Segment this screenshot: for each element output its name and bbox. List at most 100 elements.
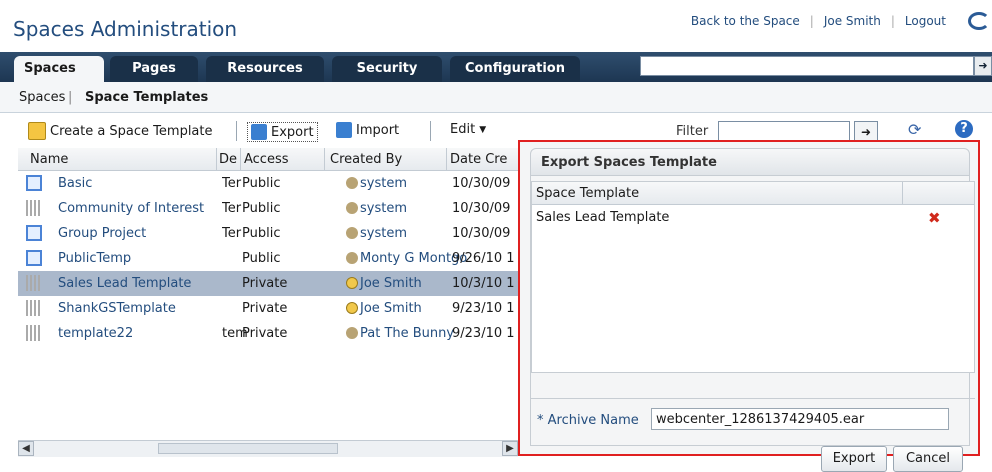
column-header-date-created[interactable]: Date Cre <box>450 152 516 167</box>
template-access: Public <box>242 226 281 241</box>
column-divider <box>216 148 217 170</box>
table-row[interactable]: Community of Interest Ter Public system 10/3… <box>18 196 518 221</box>
user-icon <box>346 277 358 289</box>
app-title: Spaces Administration <box>13 17 238 41</box>
template-name-link[interactable]: Sales Lead Template <box>58 276 216 291</box>
chevron-down-icon: ▼ <box>479 124 487 135</box>
user-icon <box>346 177 358 189</box>
column-header-created-by[interactable]: Created By <box>330 152 440 167</box>
logout-link[interactable]: Logout <box>895 14 956 28</box>
tab-bar: Spaces Pages Resources Security Configur… <box>0 52 992 82</box>
template-date-created: 9/23/10 1 <box>452 301 515 316</box>
global-search-input[interactable] <box>640 56 974 76</box>
table-row[interactable]: template22 tem Private Pat The Bunny 9/23/10… <box>18 321 518 346</box>
scroll-left-icon[interactable]: ◀ <box>18 441 34 456</box>
creator-name: system <box>360 176 407 191</box>
template-access: Private <box>242 301 288 316</box>
tab-configuration[interactable]: Configuration <box>450 56 580 82</box>
user-icon <box>346 302 358 314</box>
export-dialog: Export Spaces Template Space Template Sa… <box>518 140 980 472</box>
toolbar-separator <box>236 121 237 141</box>
template-date-created: 10/30/09 <box>452 226 511 241</box>
scroll-thumb[interactable] <box>158 443 338 454</box>
template-access: Private <box>242 326 288 341</box>
create-template-button[interactable]: Create a Space Template <box>28 122 213 140</box>
table-row[interactable]: ShankGSTemplate Private Joe Smith 9/23/10 1 <box>18 296 518 321</box>
table-row[interactable]: Group Project Ter Public system 10/30/09 <box>18 221 518 246</box>
column-header-access[interactable]: Access <box>244 152 324 167</box>
template-date-created: 9/23/10 1 <box>452 326 515 341</box>
user-icon <box>346 202 358 214</box>
search-go-icon[interactable]: ➜ <box>974 56 992 76</box>
template-access: Private <box>242 276 288 291</box>
dialog-body: Space Template Sales Lead Template ✖ * A… <box>530 176 975 472</box>
column-header-space-template: Space Template <box>536 186 640 201</box>
creator-name: system <box>360 201 407 216</box>
edit-menu-label: Edit <box>450 122 476 137</box>
template-name-link[interactable]: PublicTemp <box>58 251 216 266</box>
column-divider <box>902 182 903 204</box>
user-icon <box>346 327 358 339</box>
user-name-link[interactable]: Joe Smith <box>814 14 891 28</box>
selected-templates-table: Space Template Sales Lead Template ✖ <box>531 181 975 373</box>
oracle-logo-icon <box>968 12 990 30</box>
horizontal-scrollbar[interactable]: ◀ ▶ <box>18 440 518 457</box>
breadcrumb-spaces-link[interactable]: Spaces <box>19 90 65 105</box>
help-icon[interactable]: ? <box>955 120 973 138</box>
table-row[interactable]: Basic Ter Public system 10/30/09 <box>18 171 518 196</box>
tab-pages[interactable]: Pages <box>110 56 198 82</box>
breadcrumb-separator: | <box>68 90 73 105</box>
archive-name-input[interactable] <box>651 408 949 430</box>
import-icon <box>336 122 352 138</box>
template-icon <box>26 250 42 266</box>
table-row[interactable]: PublicTemp Public Monty G Montgo 9/26/10 1 <box>18 246 518 271</box>
export-button[interactable]: Export <box>821 446 887 472</box>
cancel-button[interactable]: Cancel <box>893 446 963 472</box>
template-date-created: 10/30/09 <box>452 201 511 216</box>
export-toolbar-label: Export <box>271 124 314 140</box>
import-button[interactable]: Import <box>336 122 399 138</box>
selected-templates-header: Space Template <box>532 182 974 205</box>
column-divider <box>240 148 241 170</box>
template-icon <box>26 175 42 191</box>
export-icon <box>251 124 267 140</box>
edit-menu[interactable]: Edit ▼ <box>450 122 486 137</box>
tab-security[interactable]: Security <box>332 56 442 82</box>
archive-name-label: * Archive Name <box>537 413 639 428</box>
template-access: Public <box>242 176 281 191</box>
app-header: Spaces Administration Back to the Space … <box>0 0 992 48</box>
top-links: Back to the Space | Joe Smith | Logout <box>681 14 956 28</box>
template-name-link[interactable]: Basic <box>58 176 216 191</box>
template-date-created: 10/3/10 1 <box>452 276 515 291</box>
scroll-right-icon[interactable]: ▶ <box>502 441 518 456</box>
templates-table: Name De Access Created By Date Cre Basic… <box>18 148 518 456</box>
creator-name: Joe Smith <box>360 276 422 291</box>
template-icon <box>26 275 42 291</box>
dialog-title: Export Spaces Template <box>541 155 717 170</box>
dialog-header: Export Spaces Template <box>530 148 970 176</box>
refresh-icon[interactable]: ⟳ <box>908 120 926 139</box>
back-to-space-link[interactable]: Back to the Space <box>681 14 810 28</box>
template-icon <box>26 225 42 241</box>
tab-resources[interactable]: Resources <box>206 56 324 82</box>
template-date-created: 10/30/09 <box>452 176 511 191</box>
export-toolbar-button[interactable]: Export <box>247 122 318 142</box>
creator-name: Joe Smith <box>360 301 422 316</box>
column-header-name[interactable]: Name <box>30 152 210 167</box>
breadcrumb-current: Space Templates <box>85 90 209 105</box>
template-name-link[interactable]: ShankGSTemplate <box>58 301 216 316</box>
toolbar-separator <box>430 121 431 141</box>
creator-name: system <box>360 226 407 241</box>
tab-spaces[interactable]: Spaces <box>14 56 104 82</box>
table-row[interactable]: Sales Lead Template Private Joe Smith 10/3/… <box>18 271 518 296</box>
template-icon <box>26 300 42 316</box>
template-name-link[interactable]: Community of Interest <box>58 201 216 216</box>
template-name-link[interactable]: template22 <box>58 326 216 341</box>
user-icon <box>346 252 358 264</box>
creator-name: Pat The Bunny <box>360 326 455 341</box>
column-header-description[interactable]: De <box>219 152 239 167</box>
remove-icon[interactable]: ✖ <box>928 209 941 227</box>
template-name-link[interactable]: Group Project <box>58 226 216 241</box>
template-access: Public <box>242 251 281 266</box>
selected-template-item: Sales Lead Template <box>536 210 670 225</box>
